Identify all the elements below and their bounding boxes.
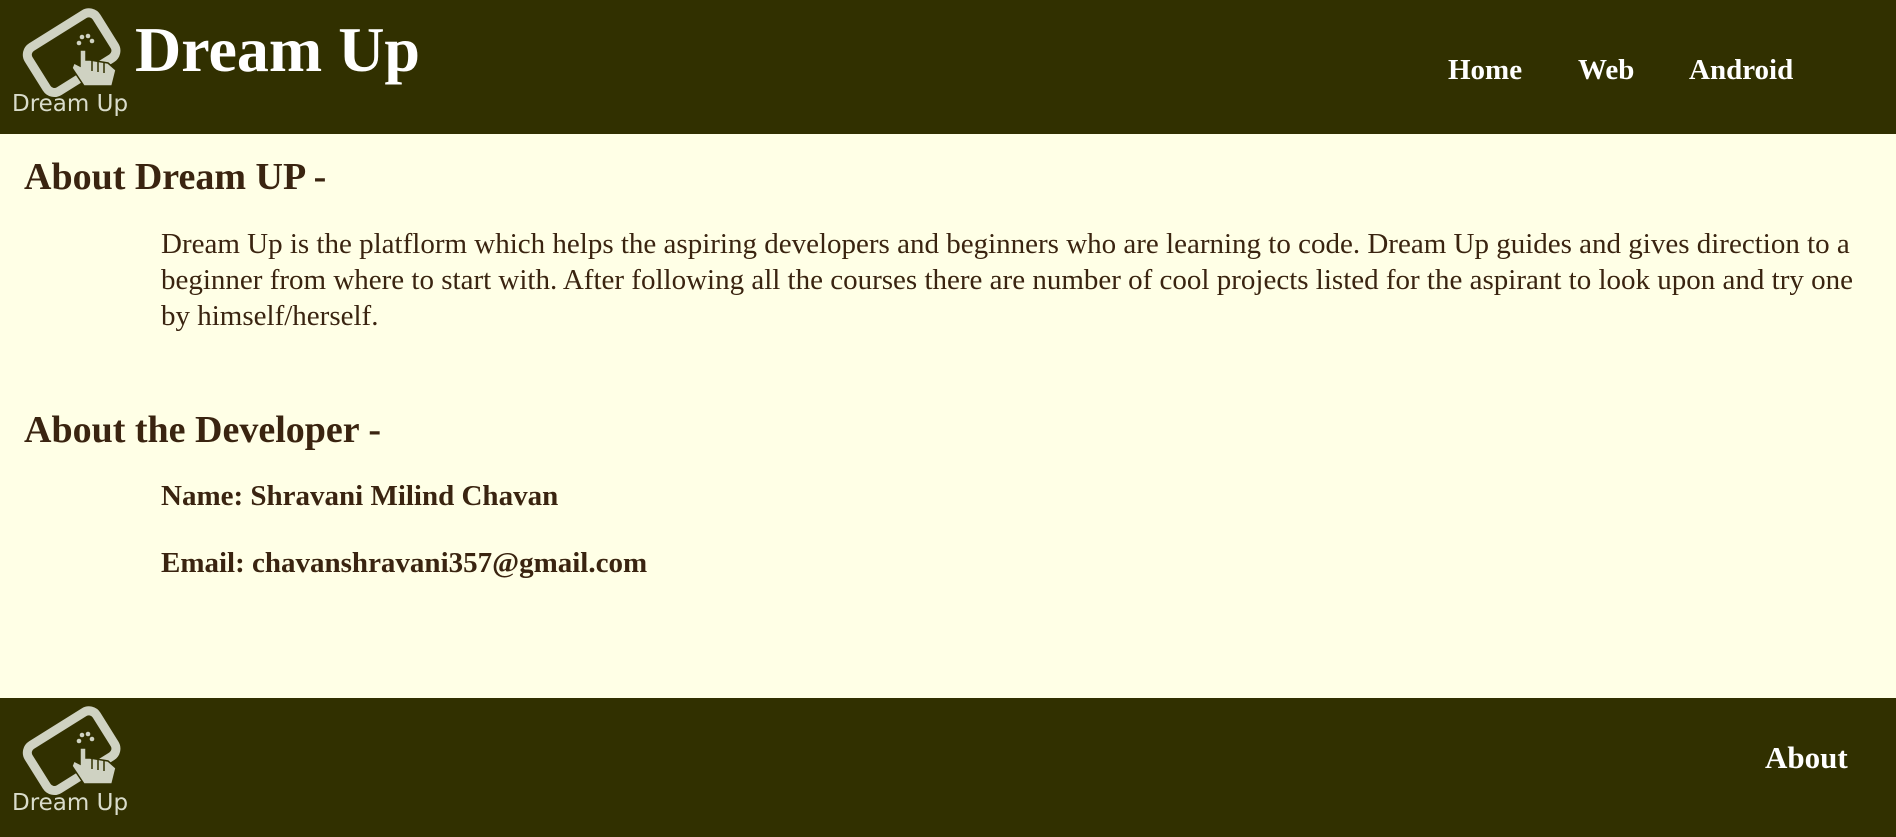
developer-email: Email: chavanshravani357@gmail.com bbox=[161, 547, 648, 579]
tablet-touch-hand-icon bbox=[22, 8, 121, 98]
site-title: Dream Up bbox=[135, 14, 420, 85]
site-footer: Dream Up About bbox=[0, 698, 1896, 837]
developer-heading: About the Developer - bbox=[24, 409, 382, 451]
nav-home-link[interactable]: Home bbox=[1448, 54, 1522, 87]
footer-logo[interactable]: Dream Up bbox=[10, 706, 130, 826]
footer-about-link[interactable]: About bbox=[1765, 740, 1848, 776]
nav-web-link[interactable]: Web bbox=[1578, 54, 1634, 87]
logo-caption: Dream Up bbox=[12, 91, 129, 117]
site-header: Dream Up Dream Up Home Web Android bbox=[0, 0, 1896, 134]
tablet-touch-hand-icon bbox=[22, 706, 121, 796]
footer-logo-caption: Dream Up bbox=[12, 790, 129, 816]
about-description: Dream Up is the platflorm which helps th… bbox=[161, 228, 1853, 332]
nav-android-link[interactable]: Android bbox=[1689, 54, 1793, 87]
developer-name: Name: Shravani Milind Chavan bbox=[161, 480, 559, 512]
logo[interactable]: Dream Up bbox=[10, 8, 130, 128]
about-heading: About Dream UP - bbox=[24, 156, 327, 198]
